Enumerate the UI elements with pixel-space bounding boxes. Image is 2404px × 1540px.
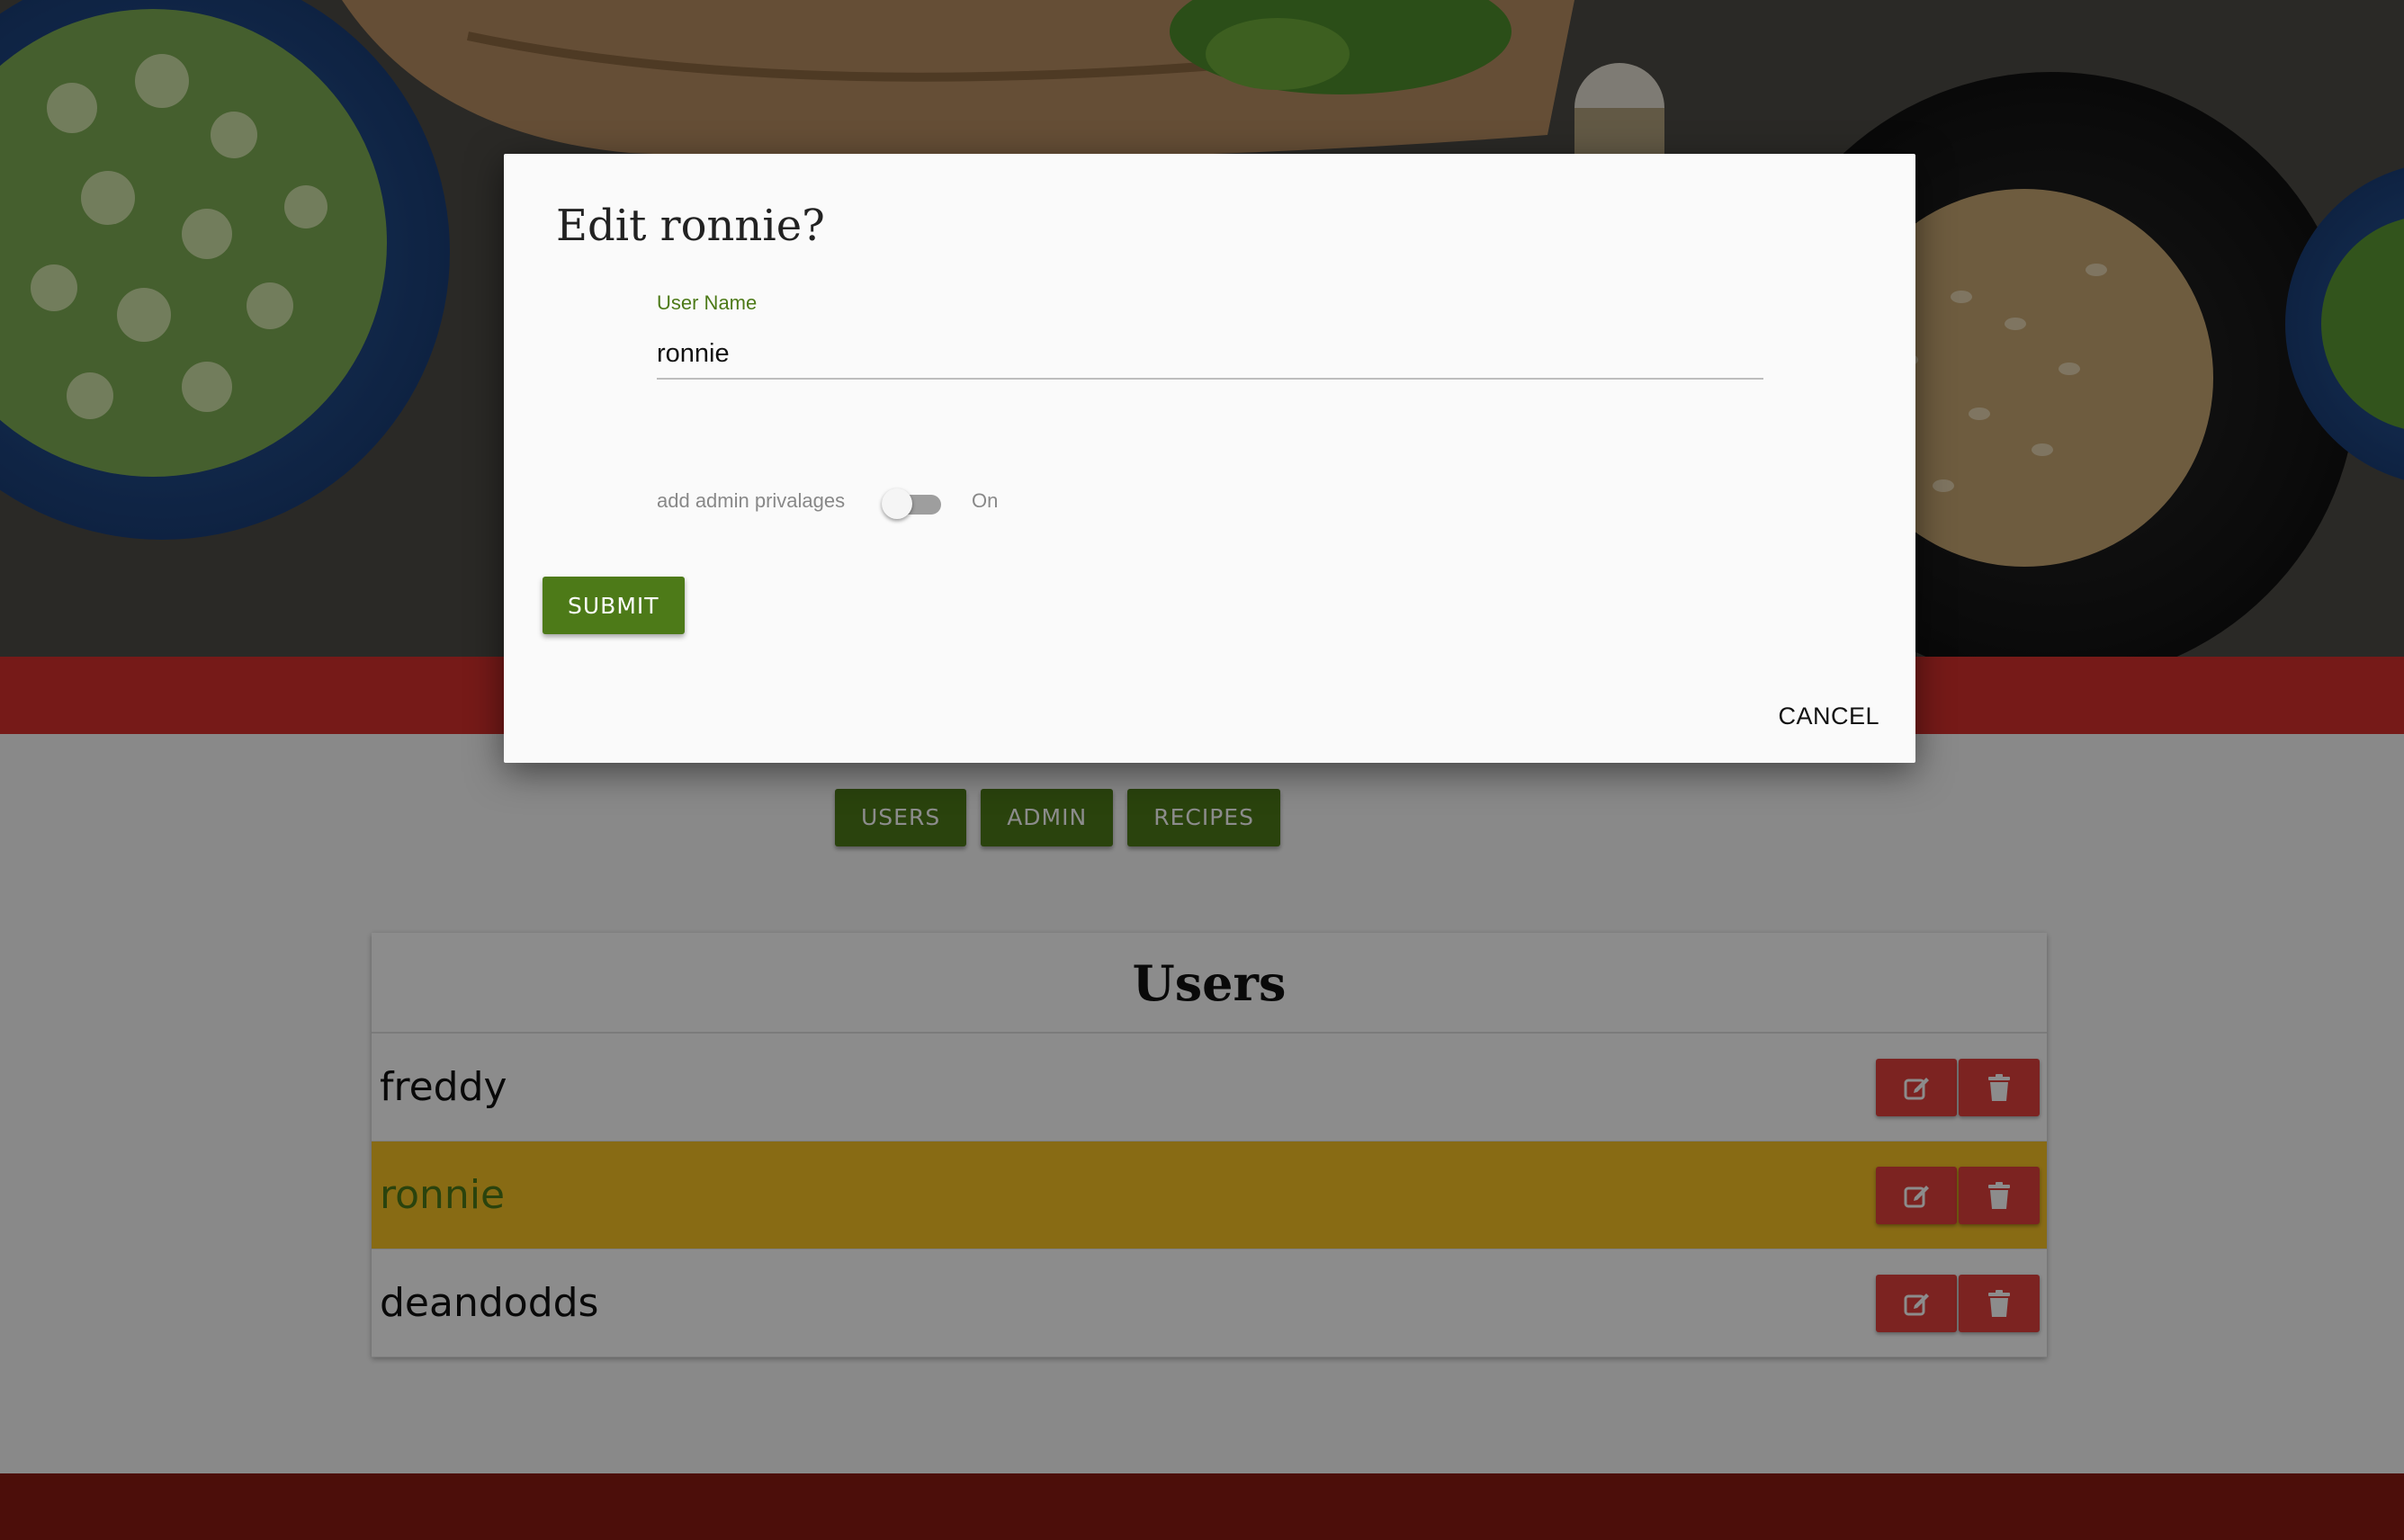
admin-switch-state: On — [972, 489, 999, 512]
username-input[interactable] — [657, 329, 1763, 380]
submit-button[interactable]: SUBMIT — [543, 577, 685, 634]
username-label: User Name — [657, 291, 758, 314]
dialog-title: Edit ronnie? — [556, 201, 825, 251]
admin-switch-label: add admin privalages — [657, 489, 846, 512]
admin-toggle[interactable] — [882, 488, 941, 519]
edit-user-dialog: Edit ronnie? User Name add admin privala… — [504, 154, 1915, 763]
toggle-knob — [882, 488, 912, 519]
cancel-button[interactable]: CANCEL — [1778, 703, 1879, 730]
